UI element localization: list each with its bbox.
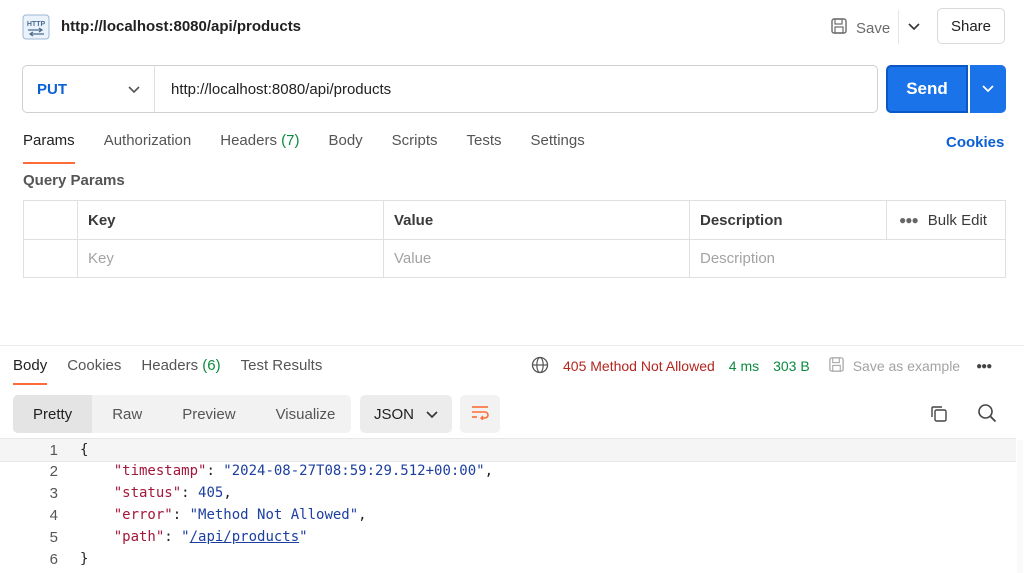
chevron-down-icon (128, 81, 140, 98)
more-options-icon[interactable]: ●●● (976, 361, 992, 372)
request-title[interactable]: http://localhost:8080/api/products (61, 18, 301, 35)
save-icon (828, 356, 845, 376)
save-as-example-label: Save as example (852, 358, 961, 374)
code-line: 4 "error": "Method Not Allowed", (0, 504, 367, 526)
format-label: JSON (374, 405, 415, 423)
save-button[interactable]: Save (830, 14, 890, 42)
wrap-lines-icon (470, 404, 490, 425)
tab-response-cookies[interactable]: Cookies (67, 357, 121, 387)
code-text: { (80, 442, 89, 458)
tab-test-results[interactable]: Test Results (241, 357, 323, 387)
request-tabs: Params Authorization Headers (7) Body Sc… (23, 132, 614, 164)
code-text: "path": "/api/products" (113, 529, 308, 545)
tab-tests[interactable]: Tests (467, 132, 502, 162)
response-tabs: Body Cookies Headers (6) Test Results (13, 357, 342, 387)
line-number: 4 (49, 506, 58, 524)
tab-response-body[interactable]: Body (13, 357, 48, 387)
response-size[interactable]: 303 B (773, 358, 810, 374)
response-meta: 405 Method Not Allowed 4 ms 303 B Save a… (531, 356, 992, 377)
code-scrollbar[interactable] (1017, 440, 1023, 573)
send-button[interactable]: Send (886, 65, 968, 113)
chevron-down-icon (426, 406, 438, 423)
code-line: 5 "path": "/api/products" (0, 526, 308, 548)
url-input[interactable]: http://localhost:8080/api/products (155, 81, 391, 98)
line-number: 3 (49, 484, 58, 502)
chevron-down-icon (908, 18, 920, 36)
bulk-edit-label: Bulk Edit (927, 211, 987, 229)
line-number: 1 (49, 441, 58, 459)
column-header-key: Key (88, 211, 116, 229)
query-params-title: Query Params (23, 172, 125, 189)
code-text: } (80, 551, 89, 567)
param-description-input[interactable]: Description (690, 240, 1005, 277)
line-number: 6 (49, 550, 58, 568)
json-key: "timestamp" (113, 463, 207, 479)
code-line: 6 } (0, 548, 89, 570)
share-button[interactable]: Share (937, 8, 1005, 44)
column-header-description: Description (700, 211, 783, 229)
search-icon[interactable] (977, 403, 997, 428)
view-visualize[interactable]: Visualize (256, 395, 356, 433)
pane-divider[interactable] (0, 345, 1024, 346)
tab-headers-label: Headers (220, 132, 277, 149)
json-value: "2024-08-27T08:59:29.512+00:00" (223, 463, 485, 479)
json-key: "path" (113, 529, 165, 545)
send-options-button[interactable] (970, 65, 1006, 113)
tab-headers[interactable]: Headers (7) (220, 132, 299, 162)
save-options-button[interactable] (898, 10, 929, 44)
bulk-edit-button[interactable]: ●●● Bulk Edit (887, 201, 1005, 239)
path-link[interactable]: /api/products (190, 529, 300, 545)
line-number: 5 (49, 528, 58, 546)
code-text: "timestamp": "2024-08-27T08:59:29.512+00… (113, 463, 494, 479)
code-text: "error": "Method Not Allowed", (113, 507, 367, 523)
copy-icon[interactable] (929, 404, 949, 429)
headers-count: (7) (281, 132, 300, 149)
json-key: "error" (113, 507, 173, 523)
json-value: "/api/products" (181, 529, 308, 545)
status-code[interactable]: 405 Method Not Allowed (563, 358, 715, 374)
tab-scripts[interactable]: Scripts (392, 132, 438, 162)
url-bar: PUT http://localhost:8080/api/products (22, 65, 878, 113)
response-headers-count: (6) (202, 357, 221, 374)
code-line: 1 { (0, 438, 1016, 462)
view-raw[interactable]: Raw (92, 395, 162, 433)
http-request-icon: HTTP (22, 14, 50, 40)
code-text: "status": 405, (113, 485, 232, 501)
save-as-example-button[interactable]: Save as example (828, 356, 960, 376)
json-value: "Method Not Allowed" (189, 507, 359, 523)
tab-params[interactable]: Params (23, 132, 75, 164)
tab-body[interactable]: Body (328, 132, 362, 162)
column-header-value: Value (394, 211, 434, 229)
query-params-table: Key Value Description ●●● Bulk Edit Key … (23, 200, 1006, 278)
param-value-input[interactable]: Value (384, 240, 689, 277)
wrap-lines-button[interactable] (460, 395, 500, 433)
save-label: Save (856, 19, 891, 37)
chevron-down-icon (982, 80, 994, 98)
globe-icon[interactable] (531, 356, 549, 377)
tab-authorization[interactable]: Authorization (104, 132, 192, 162)
save-icon (830, 17, 848, 39)
response-time[interactable]: 4 ms (729, 358, 759, 374)
code-line: 3 "status": 405, (0, 482, 232, 504)
tab-response-headers[interactable]: Headers (6) (141, 357, 220, 387)
svg-text:HTTP: HTTP (27, 21, 46, 28)
cookies-link[interactable]: Cookies (946, 134, 1004, 151)
method-label: PUT (37, 80, 67, 98)
method-select[interactable]: PUT (23, 66, 155, 112)
code-line: 2 "timestamp": "2024-08-27T08:59:29.512+… (0, 460, 493, 482)
line-number: 2 (49, 462, 58, 480)
param-key-input[interactable]: Key (78, 240, 383, 277)
format-select[interactable]: JSON (360, 395, 452, 433)
more-horizontal-icon: ●●● (899, 213, 919, 227)
tab-response-headers-label: Headers (141, 357, 199, 374)
tab-settings[interactable]: Settings (531, 132, 585, 162)
view-pretty[interactable]: Pretty (13, 395, 93, 433)
json-key: "status" (113, 485, 182, 501)
json-value: 405 (198, 485, 224, 501)
view-preview[interactable]: Preview (162, 395, 255, 433)
view-mode-switch: Pretty Raw Preview Visualize (13, 395, 351, 433)
